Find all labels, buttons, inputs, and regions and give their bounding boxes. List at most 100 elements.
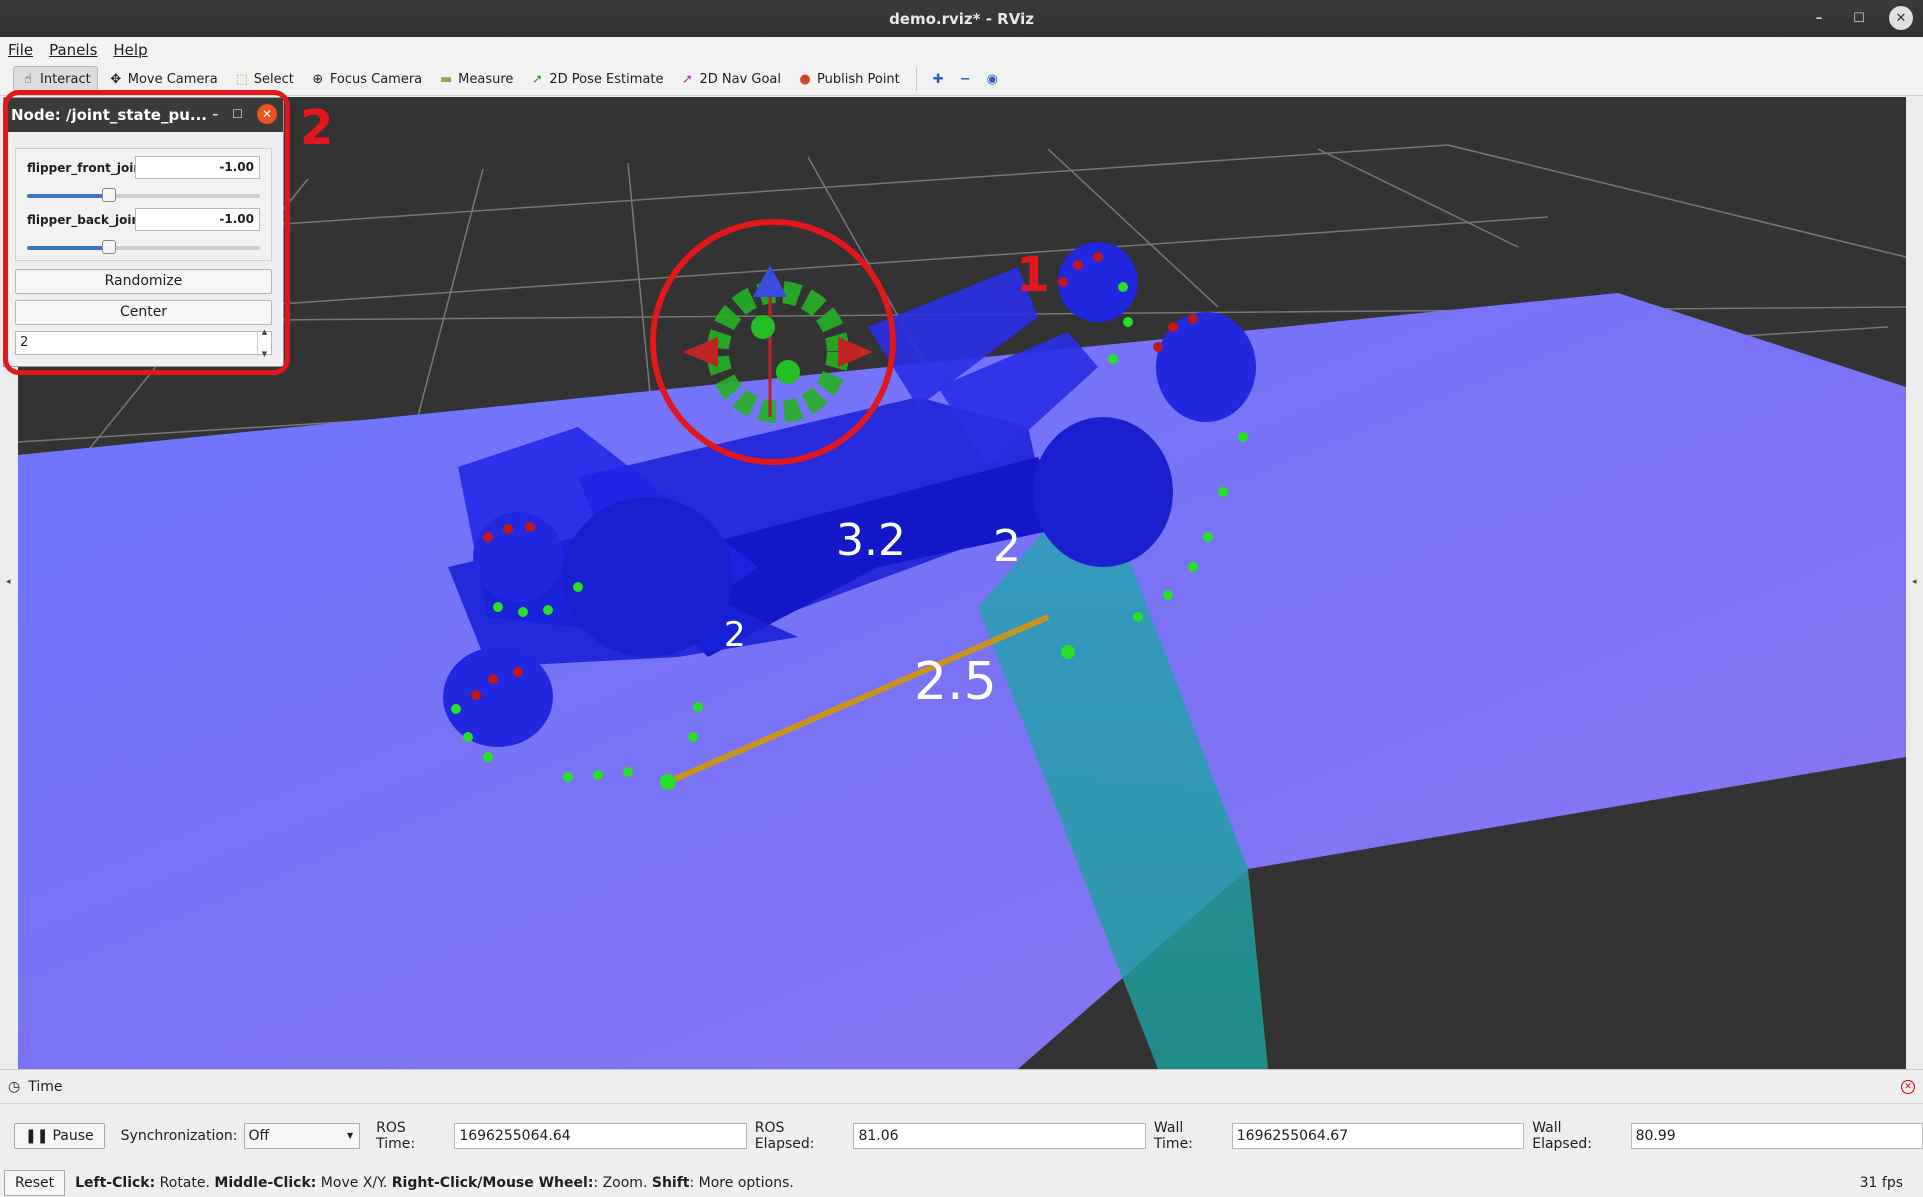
remove-tool-button[interactable]: − — [954, 66, 977, 92]
tool-label: 2D Nav Goal — [699, 71, 782, 87]
slider-fill — [27, 246, 109, 250]
toolbar: ☝ Interact ✥ Move Camera ⬚ Select ⊕ Focu… — [0, 63, 1923, 96]
scene-label: 2 — [993, 521, 1021, 572]
tool-label: Publish Point — [817, 71, 900, 87]
toolbar-separator — [915, 67, 917, 91]
ruler-icon: ▬ — [439, 71, 453, 87]
joint-list: flipper_front_joint -1.00 flipper_back_j… — [15, 148, 272, 261]
joint-value-field[interactable]: -1.00 — [135, 156, 260, 179]
annotation-marker-1: 1 — [1016, 247, 1050, 303]
tool-measure[interactable]: ▬ Measure — [432, 66, 519, 92]
hint-text: : More options. — [689, 1175, 794, 1191]
sync-select[interactable]: Off ▼ — [243, 1123, 361, 1149]
annotation-marker-2: 2 — [300, 100, 334, 156]
tool-label: Interact — [40, 71, 91, 87]
panel-titlebar[interactable]: Node: /joint_state_pu... – ☐ ✕ — [4, 98, 283, 132]
time-panel: ◷ Time ✕ ❚❚ Pause Synchronization: Off ▼… — [0, 1069, 1923, 1169]
maximize-icon[interactable]: ☐ — [1849, 11, 1869, 26]
maximize-icon[interactable]: ☐ — [232, 107, 243, 121]
joint-state-panel: Node: /joint_state_pu... – ☐ ✕ flipper_f… — [3, 97, 284, 367]
close-icon[interactable]: ✕ — [1901, 1080, 1915, 1094]
hint-key: Right-Click/Mouse Wheel: — [391, 1175, 594, 1191]
menubar: File Panels Help — [0, 37, 1923, 63]
tool-label: Measure — [458, 71, 514, 87]
joint-slider[interactable] — [27, 188, 260, 202]
spin-box[interactable]: 2 ▲ ▼ — [15, 328, 272, 358]
status-bar: Reset Left-Click: Rotate. Middle-Click: … — [0, 1169, 1923, 1197]
tool-select[interactable]: ⬚ Select — [228, 66, 300, 92]
tool-move-camera[interactable]: ✥ Move Camera — [102, 66, 224, 92]
minus-icon: − — [959, 71, 971, 87]
tool-label: 2D Pose Estimate — [549, 71, 664, 87]
tool-properties-button[interactable]: ◉ — [981, 66, 1004, 92]
fps-counter: 31 fps — [1859, 1175, 1903, 1191]
spin-value: 2 — [20, 335, 29, 350]
tool-publish-point[interactable]: ● Publish Point — [791, 66, 906, 92]
slider-fill — [27, 194, 109, 198]
hint-key: Left-Click: — [75, 1175, 156, 1191]
chevron-down-icon[interactable]: ▼ — [262, 343, 267, 365]
tool-2d-nav-goal[interactable]: ➚ 2D Nav Goal — [673, 66, 787, 92]
status-hint: Left-Click: Rotate. Middle-Click: Move X… — [75, 1175, 794, 1191]
time-panel-title: Time — [28, 1078, 63, 1095]
eye-icon: ◉ — [986, 71, 998, 87]
menu-help[interactable]: Help — [113, 41, 147, 59]
pause-icon: ❚❚ — [25, 1128, 49, 1144]
close-icon[interactable]: ✕ — [257, 104, 277, 124]
wall-time-field[interactable]: 1696255064.67 — [1231, 1123, 1525, 1149]
clock-icon: ◷ — [8, 1078, 21, 1095]
minimize-icon[interactable]: – — [1809, 11, 1829, 26]
minimize-icon[interactable]: – — [212, 107, 218, 121]
select-icon: ⬚ — [235, 71, 248, 87]
menu-file[interactable]: File — [8, 41, 33, 59]
joint-value-field[interactable]: -1.00 — [135, 208, 260, 231]
hint-text: Rotate. — [155, 1175, 215, 1191]
pause-button[interactable]: ❚❚ Pause — [14, 1123, 105, 1149]
menu-panels[interactable]: Panels — [49, 41, 97, 59]
joint-name: flipper_back_joint — [27, 212, 146, 227]
tool-focus-camera[interactable]: ⊕ Focus Camera — [304, 66, 428, 92]
tool-interact[interactable]: ☝ Interact — [13, 66, 98, 92]
tool-label: Select — [253, 71, 294, 87]
reset-button[interactable]: Reset — [4, 1170, 66, 1196]
focus-icon: ⊕ — [312, 71, 324, 87]
plus-icon: ✚ — [932, 71, 944, 87]
wall-elapsed-label: Wall Elapsed: — [1532, 1120, 1592, 1152]
right-dock-handle[interactable]: ◂ — [1906, 97, 1923, 1069]
sync-label: Synchronization: — [120, 1128, 238, 1144]
randomize-button[interactable]: Randomize — [15, 269, 272, 294]
center-button[interactable]: Center — [15, 300, 272, 325]
slider-handle[interactable] — [102, 188, 116, 202]
hint-text: Move X/Y. — [316, 1175, 392, 1191]
pose-arrow-icon: ➚ — [531, 71, 543, 87]
pin-icon: ● — [799, 71, 811, 87]
ros-elapsed-label: ROS Elapsed: — [754, 1120, 815, 1152]
sync-value: Off — [248, 1128, 270, 1144]
chevron-up-icon[interactable]: ▲ — [262, 321, 267, 343]
hint-text: : Zoom. — [593, 1175, 652, 1191]
window-titlebar: demo.rviz* - RViz – ☐ ✕ — [0, 0, 1923, 37]
ros-time-label: ROS Time: — [376, 1120, 416, 1152]
pause-label: Pause — [52, 1128, 94, 1144]
scene-label: 2.5 — [914, 652, 997, 712]
scene-label: 2 — [724, 615, 746, 655]
tool-label: Focus Camera — [329, 71, 423, 87]
3d-viewport[interactable]: 3.2 2 2 2.5 1 — [18, 97, 1906, 1069]
nav-goal-icon: ➚ — [682, 71, 693, 87]
scene-label: 3.2 — [836, 515, 906, 566]
add-tool-button[interactable]: ✚ — [927, 66, 950, 92]
ros-elapsed-field[interactable]: 81.06 — [853, 1123, 1146, 1149]
joint-slider[interactable] — [27, 240, 260, 254]
tool-2d-pose-estimate[interactable]: ➚ 2D Pose Estimate — [523, 66, 669, 92]
panel-title: Node: /joint_state_pu... — [11, 106, 207, 124]
joint-name: flipper_front_joint — [27, 160, 148, 175]
hand-icon: ☝ — [24, 71, 32, 87]
wall-elapsed-field[interactable]: 80.99 — [1630, 1123, 1923, 1149]
close-icon[interactable]: ✕ — [1889, 6, 1913, 30]
move-icon: ✥ — [110, 71, 122, 87]
hint-key: Shift — [651, 1175, 690, 1191]
window-title: demo.rviz* - RViz — [889, 9, 1034, 28]
wall-time-label: Wall Time: — [1153, 1120, 1193, 1152]
ros-time-field[interactable]: 1696255064.64 — [454, 1123, 747, 1149]
slider-handle[interactable] — [102, 240, 116, 254]
